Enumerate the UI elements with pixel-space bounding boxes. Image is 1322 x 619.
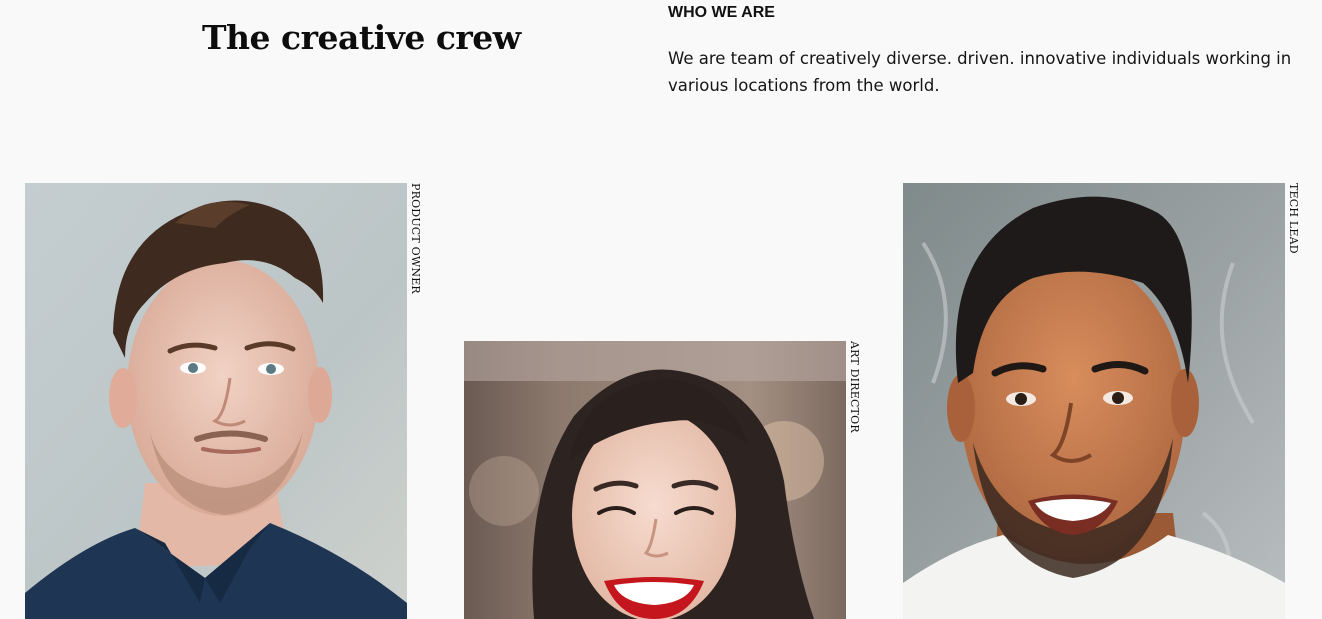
team-section: The creative crew WHO WE ARE We are team…	[0, 0, 1322, 619]
team-member-photo-tech-lead	[903, 183, 1285, 619]
team-member-photo-art-director	[464, 341, 846, 619]
role-label-art-director: ART DIRECTOR	[848, 341, 861, 433]
role-label-product-owner: PRODUCT OWNER	[409, 183, 422, 294]
role-label-tech-lead: TECH LEAD	[1287, 183, 1300, 254]
portrait-bearded-man-white-tee	[903, 183, 1285, 619]
portrait-man-navy-polo	[25, 183, 407, 619]
section-label: WHO WE ARE	[668, 4, 775, 21]
intro-paragraph: We are team of creatively diverse. drive…	[668, 49, 1292, 95]
page-title: The creative crew	[202, 18, 521, 57]
team-member-photo-product-owner	[25, 183, 407, 619]
portrait-woman-smiling	[464, 341, 846, 619]
